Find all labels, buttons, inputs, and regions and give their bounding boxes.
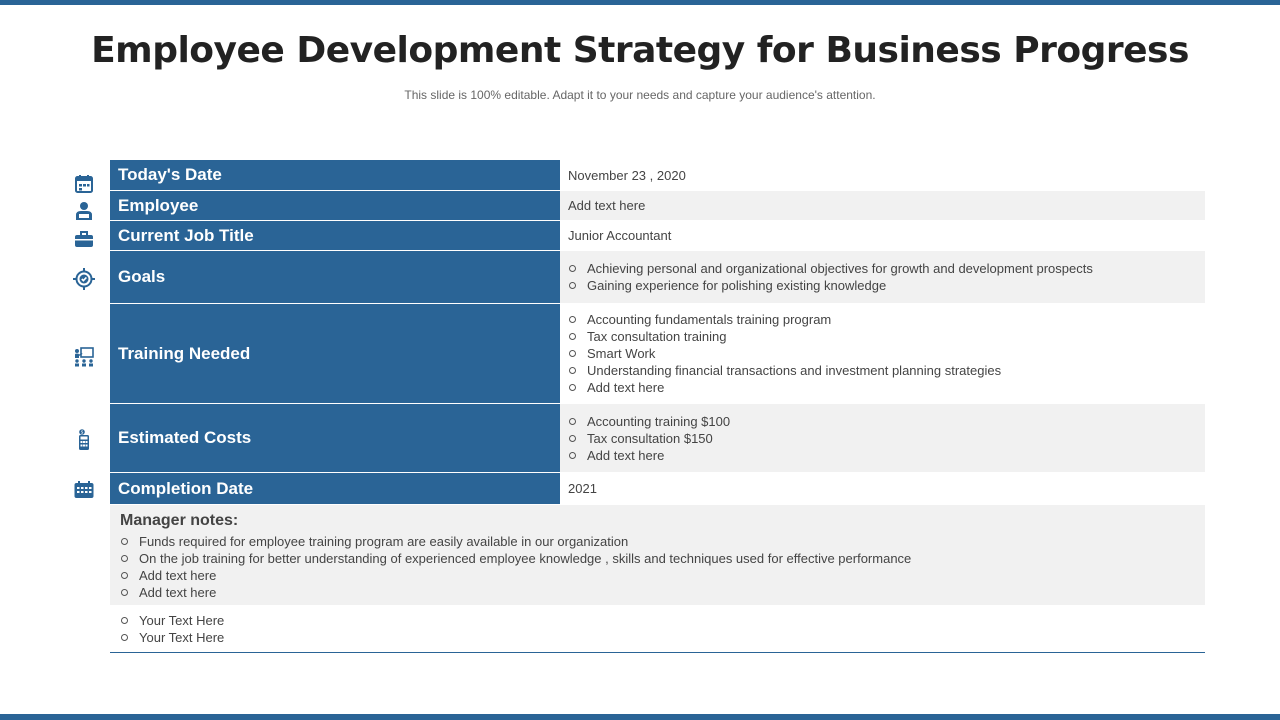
- calendar-icon: [75, 175, 93, 193]
- list-item: Accounting fundamentals training program: [568, 311, 1205, 328]
- goals-list: Achieving personal and organizational ob…: [568, 260, 1205, 294]
- list-item: Smart Work: [568, 345, 1205, 362]
- list-item: Accounting training $100: [568, 413, 1205, 430]
- slide-title: Employee Development Strategy for Busine…: [91, 30, 1189, 71]
- calendar-grid-icon: [74, 481, 94, 498]
- list-item: Gaining experience for polishing existin…: [568, 277, 1205, 294]
- list-item: Add text here: [568, 379, 1205, 396]
- person-icon: [76, 202, 92, 220]
- manager-notes-title: Manager notes:: [120, 512, 239, 529]
- row-value: Accounting training $100 Tax consultatio…: [560, 404, 1205, 473]
- briefcase-icon: [75, 231, 93, 247]
- list-item: Add text here: [568, 447, 1205, 464]
- row-employee: Employee Add text here: [110, 191, 1205, 221]
- extra-notes: Your Text Here Your Text Here: [110, 612, 1205, 653]
- costs-list: Accounting training $100 Tax consultatio…: [568, 413, 1205, 464]
- list-item: Tax consultation $150: [568, 430, 1205, 447]
- target-icon: [73, 268, 95, 290]
- calculator-icon: $: [79, 429, 89, 450]
- row-value: Accounting fundamentals training program…: [560, 304, 1205, 404]
- list-item: Achieving personal and organizational ob…: [568, 260, 1205, 277]
- row-estimated-costs: Estimated Costs Accounting training $100…: [110, 404, 1205, 473]
- row-value: Add text here: [560, 191, 1205, 221]
- row-training-needed: Training Needed Accounting fundamentals …: [110, 304, 1205, 404]
- list-item: On the job training for better understan…: [120, 550, 1195, 567]
- bottom-accent-bar: [0, 714, 1280, 720]
- list-item: Your Text Here: [120, 629, 1205, 646]
- manager-notes-list: Funds required for employee training pro…: [120, 533, 1195, 601]
- row-value: Achieving personal and organizational ob…: [560, 251, 1205, 304]
- presentation-icon: [75, 347, 94, 367]
- manager-notes: Manager notes: Funds required for employ…: [110, 505, 1205, 605]
- row-value: Junior Accountant: [560, 221, 1205, 251]
- list-item: Add text here: [120, 567, 1195, 584]
- row-completion-date: Completion Date 2021: [110, 473, 1205, 505]
- list-item: Tax consultation training: [568, 328, 1205, 345]
- row-value: November 23 , 2020: [560, 160, 1205, 191]
- row-label: Goals: [110, 251, 560, 304]
- slide-subtitle: This slide is 100% editable. Adapt it to…: [404, 88, 876, 102]
- training-list: Accounting fundamentals training program…: [568, 311, 1205, 396]
- row-label: Estimated Costs: [110, 404, 560, 473]
- row-label: Completion Date: [110, 473, 560, 505]
- row-label: Today's Date: [110, 160, 560, 191]
- row-value: 2021: [560, 473, 1205, 505]
- extra-list: Your Text Here Your Text Here: [120, 612, 1205, 646]
- list-item: Understanding financial transactions and…: [568, 362, 1205, 379]
- row-label: Current Job Title: [110, 221, 560, 251]
- list-item: Funds required for employee training pro…: [120, 533, 1195, 550]
- row-job-title: Current Job Title Junior Accountant: [110, 221, 1205, 251]
- row-todays-date: Today's Date November 23 , 2020: [110, 160, 1205, 191]
- svg-text:$: $: [81, 430, 84, 436]
- list-item: Your Text Here: [120, 612, 1205, 629]
- row-goals: Goals Achieving personal and organizatio…: [110, 251, 1205, 304]
- row-label: Employee: [110, 191, 560, 221]
- list-item: Add text here: [120, 584, 1195, 601]
- top-accent-bar: [0, 0, 1280, 5]
- row-label: Training Needed: [110, 304, 560, 404]
